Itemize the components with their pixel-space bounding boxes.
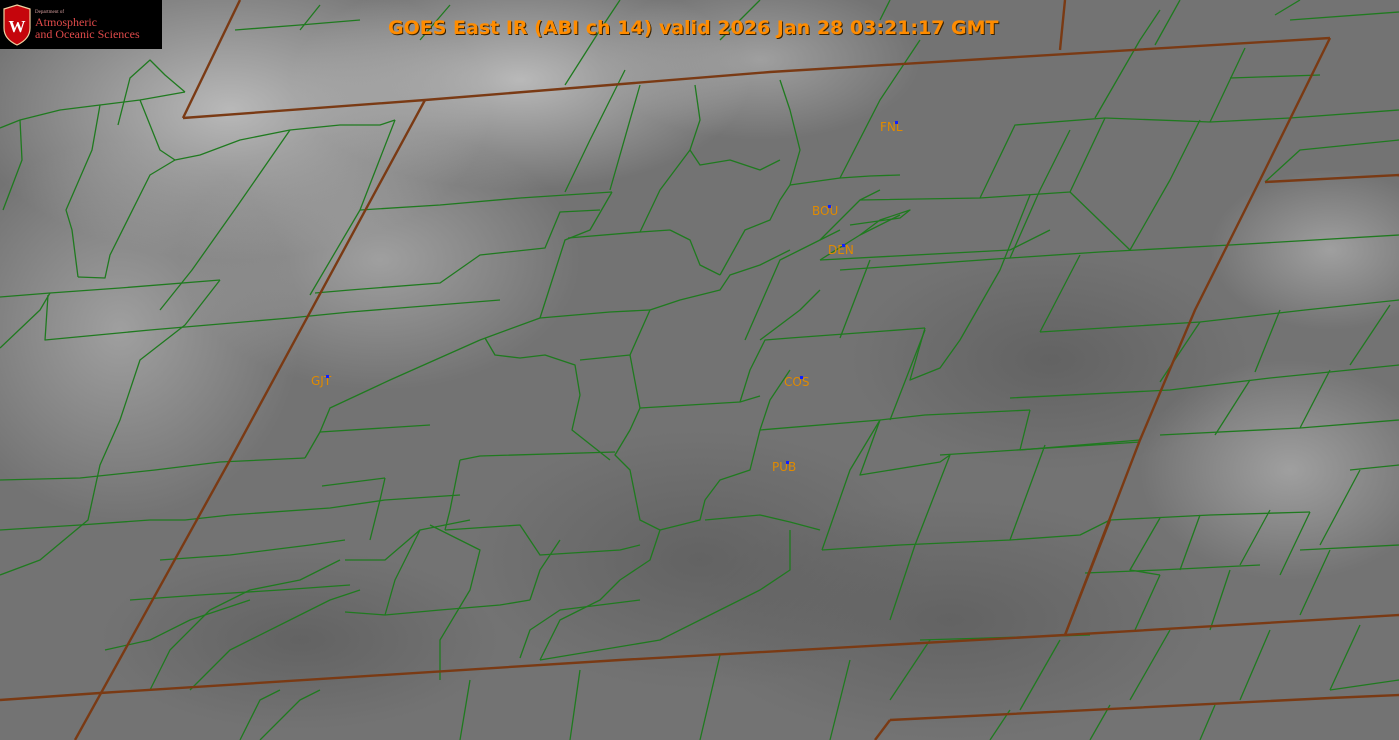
station-label: COS — [784, 375, 810, 389]
ir-imagery — [0, 0, 1399, 740]
uw-aos-logo: W Department of Atmospheric and Oceanic … — [0, 0, 162, 49]
station-marker — [786, 461, 789, 464]
station-label: BOU — [812, 204, 839, 218]
station-marker — [800, 376, 803, 379]
station-marker — [326, 375, 329, 378]
station-marker — [828, 205, 831, 208]
station-marker — [895, 121, 898, 124]
map-svg — [0, 0, 1399, 740]
station-cos[interactable]: COS — [784, 375, 809, 389]
station-pub[interactable]: PUB — [772, 460, 796, 474]
station-marker — [842, 244, 845, 247]
map-title: GOES East IR (ABI ch 14) valid 2026 Jan … — [388, 17, 999, 39]
station-gjt[interactable]: GJT — [311, 374, 331, 388]
station-bou[interactable]: BOU — [812, 204, 838, 218]
logo-line-1: Atmospheric — [35, 14, 97, 29]
station-fnl[interactable]: FNL — [880, 120, 903, 134]
logo-line-2: and Oceanic Sciences — [35, 26, 140, 41]
station-label: PUB — [772, 460, 797, 474]
station-label: DEN — [828, 243, 854, 257]
logo-dept: Department of — [35, 9, 65, 15]
crest-letter: W — [9, 17, 26, 36]
station-label: FNL — [880, 120, 903, 134]
satellite-map — [0, 0, 1399, 740]
uw-crest-icon: W — [3, 3, 31, 46]
station-den[interactable]: DEN — [828, 243, 854, 257]
